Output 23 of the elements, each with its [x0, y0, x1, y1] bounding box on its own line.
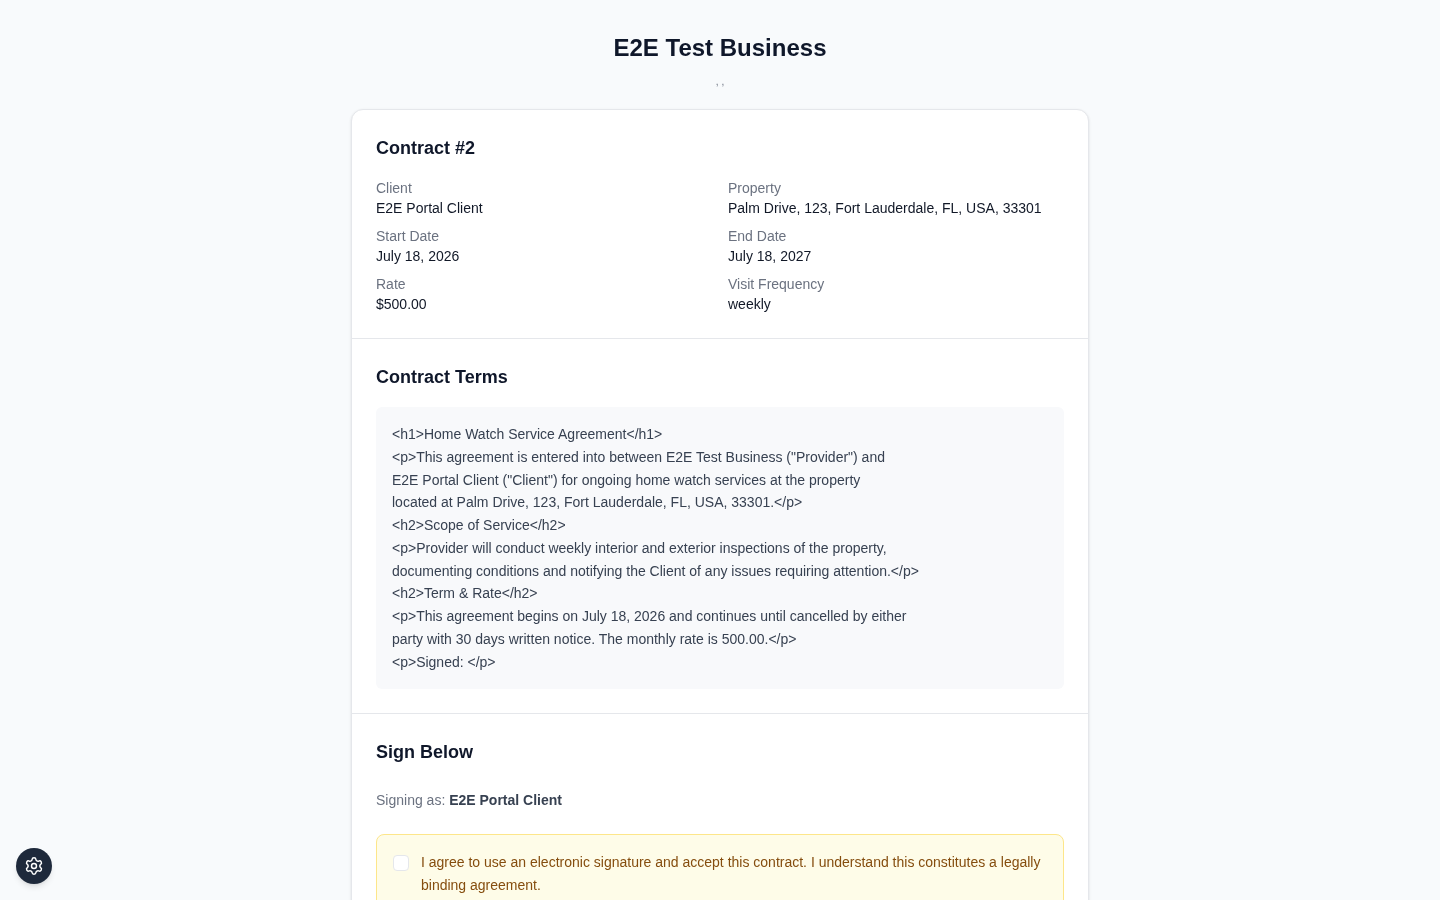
- contract-title: Contract #2: [376, 137, 477, 160]
- settings-button[interactable]: [16, 848, 52, 884]
- signing-as-text: Signing as: E2E Portal Client: [376, 791, 563, 811]
- agreement-checkbox[interactable]: [393, 855, 409, 872]
- field-label: Client: [376, 179, 413, 198]
- business-address: , ,: [715, 75, 725, 89]
- business-name: E2E Test Business: [612, 33, 828, 63]
- field-value: E2E Portal Client: [376, 199, 484, 218]
- section-heading: Contract Terms: [376, 366, 509, 389]
- agreement-text: I agree to use an electronic signature and accept this contract. I understand this constitutes a legally binding agreement.: [421, 853, 1041, 896]
- field-label: Property: [728, 179, 782, 198]
- section-heading: Sign Below: [376, 741, 474, 765]
- field-value: July 18, 2027: [728, 247, 813, 266]
- field-value: weekly: [728, 295, 772, 314]
- field-label: Rate: [376, 275, 407, 294]
- field-value: Palm Drive, 123, Fort Lauderdale, FL, USA, 33301: [728, 199, 1043, 218]
- field-label: Visit Frequency: [728, 275, 826, 294]
- field-label: Start Date: [376, 227, 441, 246]
- field-value: $500.00: [376, 295, 428, 314]
- field-label: End Date: [728, 227, 788, 246]
- terms-text: <h1>Home Watch Service Agreement</h1> <p>This agreement is entered into between E2E Test Business ("Provider") and E2E Portal Client ("Client") for ongoing home watch services at the property located at Palm Drive, 123, Fort Lauderdale, FL, USA, 33301.</p> <h2>Scope of Service</h2> <p>Provider will conduct weekly interior and exterior inspections of the property, documenting conditions and notifying the Client of any issues requiring attention.</p> <h2>Term & Rate</h2> <p>This agreement begins on July 18, 2026 and continues until cancelled by either party with 30 days written notice. The monthly rate is 500.00.</p> <p>Signed: </p>: [392, 425, 920, 672]
- field-value: July 18, 2026: [376, 247, 461, 266]
- settings-icon: [24, 856, 44, 876]
